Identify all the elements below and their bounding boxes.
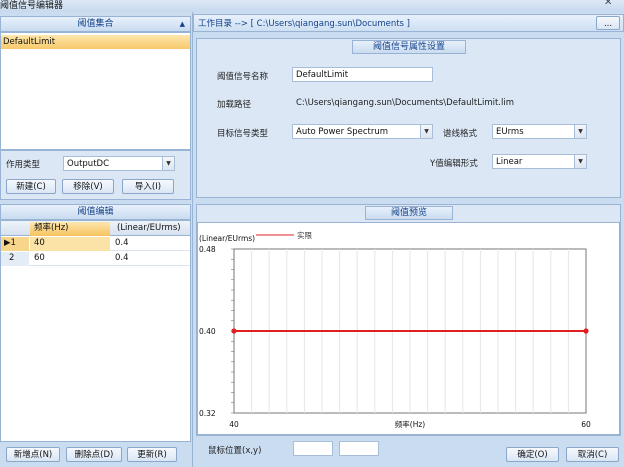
cursor-x-field	[293, 441, 333, 456]
data-point	[231, 328, 237, 334]
list-item[interactable]: DefaultLimit	[1, 35, 190, 49]
scope-label: 作用类型	[6, 160, 41, 170]
spectrum-format-value: EUrms	[496, 127, 524, 137]
column-header-value[interactable]: (Linear/EUrms)	[111, 222, 190, 236]
cursor-y-field	[339, 441, 379, 456]
chevron-down-icon[interactable]: ▼	[420, 125, 432, 138]
workdir-bar: 工作目录 --> [ C:\Users\qiangang.sun\Documen…	[193, 14, 624, 32]
y-format-select[interactable]: Linear ▼	[492, 154, 587, 169]
y-axis-label: (Linear/EUrms)	[199, 234, 255, 243]
cancel-button[interactable]: 取消(C)	[566, 447, 619, 462]
legend-label: 实限	[297, 230, 312, 240]
name-label: 阈值信号名称	[217, 72, 269, 82]
cell-frequency[interactable]: 40	[30, 237, 110, 251]
list-item-label: DefaultLimit	[3, 37, 56, 47]
collection-list: DefaultLimit	[0, 32, 191, 150]
window-title: 阈值信号编辑器	[0, 1, 64, 11]
cell-frequency[interactable]: 60	[34, 252, 45, 265]
editor-header: 阈值编辑	[0, 204, 191, 220]
editor-header-label: 阈值编辑	[77, 207, 114, 217]
signal-type-value: Auto Power Spectrum	[296, 127, 389, 137]
x-tick-label: 40	[229, 420, 239, 429]
workdir-label: 工作目录 --> [ C:\Users\qiangang.sun\Documen…	[198, 19, 410, 29]
chevron-down-icon[interactable]: ▼	[574, 155, 586, 168]
delete-point-button[interactable]: 删除点(D)	[66, 447, 122, 462]
update-button[interactable]: 更新(R)	[127, 447, 177, 462]
ok-button[interactable]: 确定(O)	[506, 447, 559, 462]
signal-type-select[interactable]: Auto Power Spectrum ▼	[292, 124, 433, 139]
cursor-label: 鼠标位置(x,y)	[208, 446, 262, 456]
x-tick-label: 60	[581, 420, 591, 429]
path-label: 加载路径	[217, 100, 252, 110]
cell-value[interactable]: 0.4	[115, 252, 129, 265]
table-row[interactable]: ▶1 40 0.4	[1, 237, 190, 251]
y-format-label: Y值编辑形式	[430, 159, 478, 169]
collection-header-label: 阈值集合	[77, 19, 114, 29]
row-index: 2	[1, 252, 29, 266]
title-bar: 阈值信号编辑器 ✕	[0, 0, 624, 12]
scope-select[interactable]: OutputDC ▼	[63, 156, 175, 171]
add-point-button[interactable]: 新增点(N)	[6, 447, 60, 462]
remove-button[interactable]: 移除(V)	[62, 179, 114, 194]
chart-area: 0.48 0.40 0.32 40 60 (Linear/EUrms) 频率(Hz) 实限	[197, 222, 620, 435]
scope-value: OutputDC	[67, 159, 110, 169]
spectrum-format-label: 谱线格式	[443, 129, 478, 139]
cell-value[interactable]: 0.4	[115, 237, 129, 250]
name-field[interactable]: DefaultLimit	[292, 67, 433, 82]
new-button[interactable]: 新建(C)	[6, 179, 56, 194]
table-row[interactable]: 2 60 0.4	[1, 252, 190, 266]
y-tick-label: 0.32	[199, 409, 216, 418]
line-chart: 0.48 0.40 0.32 40 60 (Linear/EUrms) 频率(Hz) 实限	[199, 230, 591, 429]
data-point	[583, 328, 589, 334]
import-button[interactable]: 导入(I)	[122, 179, 174, 194]
x-axis-label: 频率(Hz)	[395, 419, 426, 429]
path-value: C:\Users\qiangang.sun\Documents\DefaultL…	[296, 98, 514, 108]
spectrum-format-select[interactable]: EUrms ▼	[492, 124, 587, 139]
chevron-down-icon[interactable]: ▼	[574, 125, 586, 138]
y-tick-label: 0.40	[199, 327, 216, 336]
preview-header: 阈值预览	[365, 206, 453, 220]
y-tick-label: 0.48	[199, 245, 216, 254]
splitter[interactable]	[192, 12, 193, 467]
browse-button[interactable]: ...	[596, 16, 620, 30]
collection-header: 阈值集合 ▲	[0, 16, 191, 32]
y-format-value: Linear	[496, 157, 523, 167]
props-panel	[196, 38, 621, 198]
collapse-up-icon[interactable]: ▲	[180, 17, 185, 31]
signal-type-label: 目标信号类型	[217, 129, 269, 139]
row-selected-arrow-icon: ▶1	[1, 237, 29, 251]
chevron-down-icon[interactable]: ▼	[162, 157, 174, 170]
close-icon[interactable]: ✕	[604, 0, 612, 8]
points-table: 频率(Hz) (Linear/EUrms) ▶1 40 0.4 2 60 0.4	[0, 220, 191, 442]
column-header-frequency[interactable]: 频率(Hz)	[30, 222, 110, 236]
props-header: 阈值信号属性设置	[352, 40, 466, 54]
